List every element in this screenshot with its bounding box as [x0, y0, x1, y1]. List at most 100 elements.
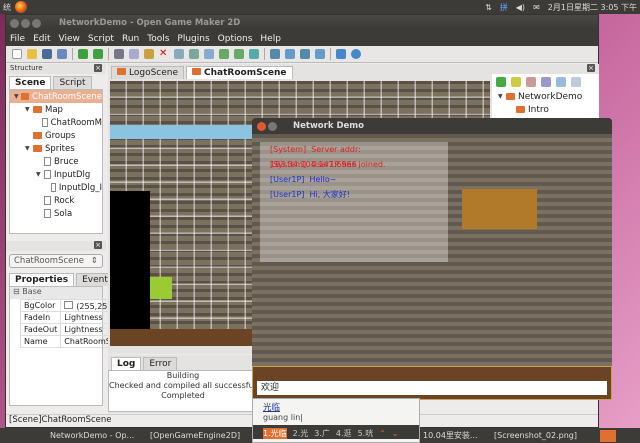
maximize-button[interactable]	[32, 18, 41, 28]
tree-item[interactable]: InputDlg_I	[10, 181, 102, 194]
redo-icon[interactable]	[93, 49, 103, 59]
remove-icon[interactable]	[526, 77, 536, 87]
tree-item[interactable]: Sola	[10, 207, 102, 220]
play-icon[interactable]	[315, 49, 325, 59]
build-all-icon[interactable]	[300, 49, 310, 59]
tab-log[interactable]: Log	[111, 357, 142, 370]
ime-candidate[interactable]: 1.光临	[263, 428, 287, 439]
volume-icon[interactable]: ◀)	[516, 3, 525, 12]
taskbar-item[interactable]: NetworkDemo - Op...	[50, 428, 134, 443]
menu-script[interactable]: Script	[88, 34, 114, 44]
tab-script[interactable]: Script	[53, 76, 92, 89]
close-icon[interactable]: ×	[94, 64, 102, 72]
find-icon[interactable]	[174, 49, 184, 59]
tree-item[interactable]: Bruce	[10, 155, 102, 168]
undo-icon[interactable]	[78, 49, 88, 59]
property-value[interactable]: Lightness	[60, 323, 115, 336]
workspace-switcher[interactable]	[600, 430, 616, 442]
property-row[interactable]: BgColor (255,25	[19, 299, 115, 312]
color-swatch[interactable]	[64, 300, 74, 309]
taskbar-item[interactable]: [Screenshot_02.png]	[494, 428, 577, 443]
menu-edit[interactable]: Edit	[33, 34, 50, 44]
property-value[interactable]: Lightness	[60, 311, 115, 324]
tab-chatroomscene[interactable]: ChatRoomScene	[186, 66, 293, 79]
tree-item[interactable]: ▼ ChatRoomScene	[10, 90, 102, 103]
add-folder-icon[interactable]	[511, 77, 521, 87]
property-value[interactable]: ChatRoomS	[60, 335, 115, 348]
panel-menu-label[interactable]: 统	[3, 2, 11, 13]
menu-tools[interactable]: Tools	[147, 34, 169, 44]
copy-icon[interactable]	[129, 49, 139, 59]
property-row[interactable]: Name ChatRoomS	[19, 335, 115, 348]
edit-icon[interactable]	[541, 77, 551, 87]
property-row[interactable]: FadeIn Lightness	[19, 311, 115, 324]
network-icon[interactable]: ⇅	[485, 3, 492, 12]
ime-candidate[interactable]: 4.逛	[336, 428, 352, 439]
taskbar-item[interactable]: 10.04里安装...	[423, 428, 478, 443]
save-icon[interactable]	[42, 49, 52, 59]
ime-candidate[interactable]: 3.广	[314, 428, 330, 439]
menu-plugins[interactable]: Plugins	[177, 34, 209, 44]
about-icon[interactable]	[351, 49, 361, 59]
page-up-icon[interactable]: ⌃	[379, 429, 386, 438]
bookmark-icon[interactable]	[204, 49, 214, 59]
close-icon[interactable]: ×	[94, 241, 102, 249]
tree-item[interactable]: Intro	[492, 103, 599, 116]
help-book-icon[interactable]	[336, 49, 346, 59]
close-button[interactable]	[257, 121, 266, 131]
tree-item[interactable]: Groups	[10, 129, 102, 142]
delete-icon[interactable]: ✕	[159, 49, 169, 59]
expand-arrow-icon[interactable]: ▼	[25, 106, 33, 113]
expand-arrow-icon[interactable]: ▼	[14, 93, 21, 100]
open-icon[interactable]	[27, 49, 37, 59]
clock[interactable]: 2月1日星期二 3:05 下午	[548, 2, 637, 13]
check-icon[interactable]	[249, 49, 259, 59]
menu-options[interactable]: Options	[218, 34, 253, 44]
tab-scene[interactable]: Scene	[9, 76, 52, 89]
firefox-icon[interactable]	[15, 1, 27, 13]
replace-icon[interactable]	[189, 49, 199, 59]
property-row[interactable]: FadeOut Lightness	[19, 323, 115, 336]
settings-icon[interactable]	[556, 77, 566, 87]
property-value[interactable]: (255,25	[60, 299, 115, 312]
scene-select[interactable]: ChatRoomScene ⇕	[9, 254, 103, 268]
tree-item[interactable]: ▼ Sprites	[10, 142, 102, 155]
cut-icon[interactable]	[114, 49, 124, 59]
tree-item[interactable]: Rock	[10, 194, 102, 207]
mail-icon[interactable]: ✉	[533, 3, 540, 12]
run-icon[interactable]	[285, 49, 295, 59]
menu-file[interactable]: File	[10, 34, 25, 44]
page-down-icon[interactable]: ⌄	[392, 429, 399, 438]
property-group[interactable]: ⊟ Base	[10, 287, 102, 299]
save-all-icon[interactable]	[57, 49, 67, 59]
expand-arrow-icon[interactable]: ▼	[25, 145, 33, 152]
tab-error[interactable]: Error	[143, 357, 178, 370]
refresh-icon[interactable]	[571, 77, 581, 87]
menu-view[interactable]: View	[59, 34, 80, 44]
menu-help[interactable]: Help	[260, 34, 281, 44]
minimize-button[interactable]	[21, 18, 30, 28]
game-view[interactable]: [System] Server addr: 183.34.104.147:696…	[252, 134, 612, 400]
tree-item[interactable]: ChatRoomM	[10, 116, 102, 129]
ime-candidate[interactable]: 5.咣	[358, 428, 374, 439]
expand-arrow-icon[interactable]: ▼	[36, 171, 44, 178]
tree-item[interactable]: ▼ NetworkDemo	[492, 90, 599, 103]
input-method-indicator[interactable]: 拼	[500, 2, 508, 13]
tab-properties[interactable]: Properties	[9, 273, 75, 286]
tab-logoscene[interactable]: LogoScene	[111, 66, 185, 79]
build-icon[interactable]	[270, 49, 280, 59]
move-down-icon[interactable]	[219, 49, 229, 59]
close-button[interactable]	[10, 18, 19, 28]
paste-icon[interactable]	[144, 49, 154, 59]
chat-input[interactable]: 欢迎	[257, 381, 607, 395]
ime-candidate[interactable]: 2.光	[293, 428, 309, 439]
tree-item[interactable]: ▼ Map	[10, 103, 102, 116]
new-icon[interactable]	[12, 49, 22, 59]
minimize-button[interactable]	[268, 121, 277, 131]
taskbar-item[interactable]: [OpenGameEngine2D]	[150, 428, 240, 443]
add-scene-icon[interactable]	[496, 77, 506, 87]
tree-item[interactable]: ▼ InputDlg	[10, 168, 102, 181]
menu-run[interactable]: Run	[122, 34, 139, 44]
move-up-icon[interactable]	[234, 49, 244, 59]
close-icon[interactable]: ×	[587, 64, 595, 72]
